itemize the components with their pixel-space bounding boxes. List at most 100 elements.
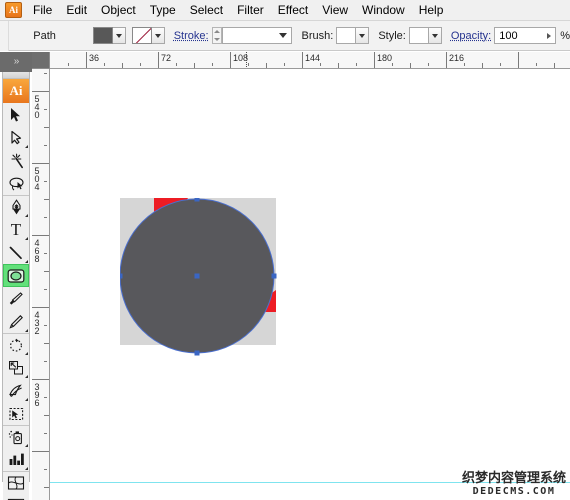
stroke-color-dropdown[interactable] — [152, 27, 165, 44]
menu-filter[interactable]: Filter — [230, 1, 271, 20]
ruler-label-v: 432 — [33, 311, 41, 335]
tool-flyout-indicator[interactable] — [25, 352, 28, 355]
ruler-corner[interactable] — [32, 52, 50, 69]
spinner-up-icon — [214, 30, 220, 33]
horizontal-ruler[interactable]: 36 72 108 144 180 216 — [50, 52, 570, 69]
document-canvas[interactable] — [50, 69, 570, 500]
control-bar-grip[interactable] — [0, 21, 9, 51]
menu-view[interactable]: View — [315, 1, 355, 20]
style-preview[interactable] — [409, 27, 429, 44]
menu-bar: Ai File Edit Object Type Select Filter E… — [0, 0, 570, 21]
ruler-minor-tick — [44, 361, 47, 362]
anchor-point-left — [120, 274, 123, 279]
line-segment-tool[interactable] — [3, 241, 29, 264]
menu-object[interactable]: Object — [94, 1, 143, 20]
warp-tool[interactable] — [3, 379, 29, 402]
ruler-minor-tick — [410, 63, 411, 68]
mesh-tool[interactable] — [3, 471, 29, 494]
chevron-down-icon — [155, 34, 161, 38]
pencil-tool[interactable] — [3, 310, 29, 333]
menu-type[interactable]: Type — [143, 1, 183, 20]
opacity-label[interactable]: Opacity: — [451, 30, 494, 42]
menu-file[interactable]: File — [26, 1, 59, 20]
scale-tool[interactable] — [3, 356, 29, 379]
ruler-minor-tick — [320, 63, 321, 66]
ruler-major-tick — [86, 52, 87, 69]
ruler-major-tick — [32, 163, 50, 164]
pen-tool[interactable] — [3, 195, 29, 218]
tool-flyout-indicator[interactable] — [25, 237, 28, 240]
ruler-major-tick — [374, 52, 375, 69]
rotate-tool[interactable] — [3, 333, 29, 356]
tool-flyout-indicator[interactable] — [25, 398, 28, 401]
selection-tool[interactable] — [3, 103, 29, 126]
menu-window[interactable]: Window — [355, 1, 412, 20]
type-tool[interactable]: T — [3, 218, 29, 241]
ruler-minor-tick — [44, 433, 47, 434]
stroke-weight-label[interactable]: Stroke: — [174, 30, 212, 42]
lasso-tool[interactable] — [3, 172, 29, 195]
ruler-minor-tick — [44, 73, 47, 74]
ruler-major-tick — [158, 52, 159, 69]
ruler-minor-tick — [284, 63, 285, 66]
toolbox-drag-handle[interactable] — [3, 72, 29, 79]
tool-flyout-indicator[interactable] — [25, 467, 28, 470]
magic-wand-tool[interactable] — [3, 149, 29, 172]
fill-color-dropdown[interactable] — [113, 27, 126, 44]
ruler-major-tick — [230, 52, 231, 69]
ellipse-tool[interactable] — [3, 264, 29, 287]
menu-help[interactable]: Help — [412, 1, 451, 20]
pencil-icon — [8, 314, 24, 330]
ruler-minor-tick — [482, 63, 483, 68]
object-type-label: Path — [9, 30, 90, 42]
anchor-point-top — [195, 198, 200, 202]
stroke-weight-combo[interactable] — [222, 27, 292, 44]
column-graph-tool[interactable] — [3, 448, 29, 471]
opacity-flyout-icon[interactable] — [547, 33, 551, 39]
tool-flyout-indicator[interactable] — [25, 329, 28, 332]
tool-flyout-indicator[interactable] — [25, 444, 28, 447]
symbol-sprayer-tool[interactable] — [3, 425, 29, 448]
artwork-group[interactable] — [120, 198, 310, 383]
tool-flyout-indicator[interactable] — [25, 145, 28, 148]
menu-edit[interactable]: Edit — [59, 1, 94, 20]
control-bar: Path Stroke: Brush: Style: Opacity: 100 … — [0, 21, 570, 51]
pen-nib-icon — [10, 199, 23, 216]
toolbox-panel: Ai T — [2, 72, 30, 482]
menu-select[interactable]: Select — [183, 1, 230, 20]
ruler-major-tick — [32, 307, 50, 308]
style-dropdown[interactable] — [429, 27, 442, 44]
watermark-en-text: DEDECMS.COM — [462, 487, 566, 497]
ruler-major-tick — [32, 379, 50, 380]
fill-color-swatch[interactable] — [93, 27, 113, 44]
ruler-minor-tick — [44, 469, 47, 470]
ruler-label-v: 540 — [33, 95, 41, 119]
brush-preview[interactable] — [336, 27, 356, 44]
watermark: 织梦内容管理系统 DEDECMS.COM — [462, 472, 566, 497]
ruler-label-h: 36 — [89, 53, 99, 63]
column-graph-icon — [8, 452, 25, 467]
opacity-input[interactable]: 100 — [494, 27, 556, 44]
ruler-cursor-indicator — [246, 52, 247, 69]
ruler-label-v: 396 — [33, 383, 41, 407]
direct-selection-tool[interactable] — [3, 126, 29, 149]
ruler-minor-tick — [44, 109, 47, 110]
tool-flyout-indicator[interactable] — [25, 375, 28, 378]
vertical-ruler[interactable]: 540 504 468 432 396 — [32, 69, 50, 500]
app-icon[interactable]: Ai — [5, 2, 22, 18]
ruler-label-h: 216 — [449, 53, 464, 63]
ruler-minor-tick — [338, 63, 339, 68]
brush-dropdown[interactable] — [356, 27, 369, 44]
paintbrush-tool[interactable] — [3, 287, 29, 310]
gradient-tool[interactable] — [3, 494, 29, 500]
ruler-minor-tick — [44, 199, 49, 200]
stroke-weight-spinner[interactable] — [212, 27, 222, 44]
stroke-color-swatch[interactable] — [132, 27, 152, 44]
ruler-minor-tick — [500, 63, 501, 66]
menu-effect[interactable]: Effect — [271, 1, 315, 20]
toolbox-collapse-button[interactable]: » — [0, 52, 32, 72]
free-transform-tool[interactable] — [3, 402, 29, 425]
ruler-minor-tick — [266, 63, 267, 68]
tool-flyout-indicator[interactable] — [25, 214, 28, 217]
tool-flyout-indicator[interactable] — [25, 260, 28, 263]
